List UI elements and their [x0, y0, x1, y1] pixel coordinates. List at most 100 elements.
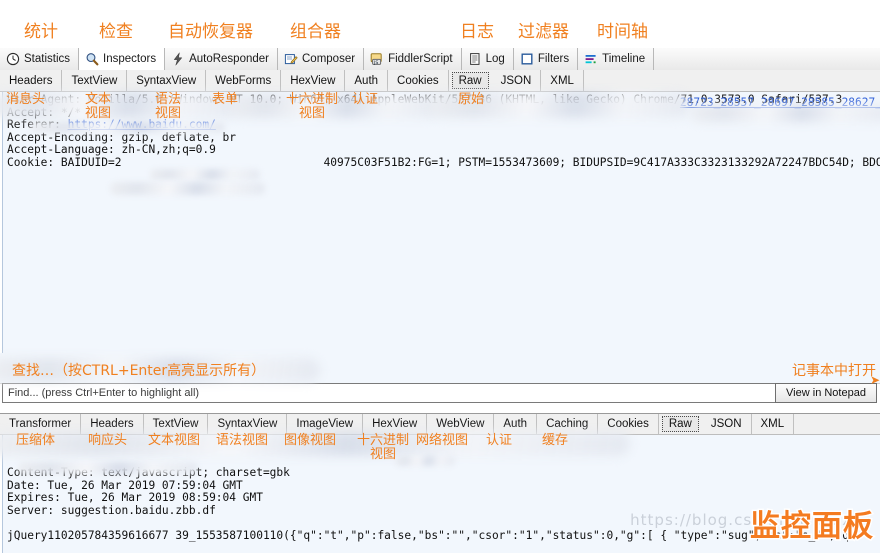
tab-log-label: Log [485, 53, 505, 65]
find-input-placeholder: Find... (press Ctrl+Enter to highlight a… [8, 387, 200, 399]
request-tab-auth-label: Auth [354, 74, 379, 87]
request-tab-syntaxview-label: SyntaxView [136, 74, 197, 87]
response-tab-syntaxview-label: SyntaxView [217, 418, 278, 430]
response-tab-cookies-label: Cookies [607, 418, 649, 430]
tab-autoresponder-label: AutoResponder [189, 53, 269, 65]
document-icon [468, 52, 482, 66]
request-referer-key: Referer: [7, 118, 68, 132]
request-tab-syntaxview[interactable]: SyntaxView [127, 70, 207, 91]
response-tab-hexview[interactable]: HexView [363, 414, 428, 434]
request-tab-xml-label: XML [550, 74, 574, 87]
request-tab-raw-label: Raw [458, 74, 482, 87]
fiddler-window: 统计 检查 自动恢复器 组合器 日志 过滤器 时间轴 Statistics In… [0, 0, 880, 553]
annotation-notepad-arrow: ➤ [869, 373, 880, 387]
timeline-bars-icon [584, 52, 598, 66]
response-tab-caching-label: Caching [546, 418, 589, 430]
lightning-icon [171, 52, 185, 66]
response-tab-json[interactable]: JSON [701, 414, 752, 434]
response-tab-transformer-label: Transformer [9, 418, 72, 430]
response-raw-pane[interactable]: Content-Type: text/javascript; charset=g… [0, 433, 880, 553]
svg-text:JS: JS [373, 60, 378, 66]
primary-tab-filler [654, 48, 880, 70]
script-js-icon: JS [370, 52, 384, 66]
request-url-link[interactable]: 28723_28557_28697_28585_28627_ [680, 96, 880, 109]
request-tab-webforms-label: WebForms [215, 74, 272, 87]
annotation-inspectors: 检查 [99, 22, 133, 42]
response-line-body: jQuery110205784359616677 39_155358710011… [7, 528, 870, 542]
request-pane-gutter [0, 92, 3, 354]
response-line-content-type: Content-Type: text/javascript; charset=g… [7, 466, 290, 479]
response-tab-syntaxview[interactable]: SyntaxView [208, 414, 288, 434]
response-tab-webview[interactable]: WebView [427, 414, 495, 434]
response-tab-transformer[interactable]: Transformer [0, 414, 82, 434]
response-tab-imageview-label: ImageView [296, 418, 354, 430]
find-input[interactable]: Find... (press Ctrl+Enter to highlight a… [2, 383, 775, 403]
pencil-note-icon [284, 52, 298, 66]
annotation-composer: 组合器 [290, 22, 341, 42]
request-tab-cookies[interactable]: Cookies [388, 70, 449, 91]
tab-composer-label: Composer [302, 53, 356, 65]
response-raw-text: Content-Type: text/javascript; charset=g… [7, 466, 870, 543]
request-tab-textview-label: TextView [71, 74, 118, 87]
request-tab-xml[interactable]: XML [541, 70, 584, 91]
tab-statistics[interactable]: Statistics [0, 48, 80, 70]
pane-splitter[interactable] [0, 353, 880, 384]
response-tab-filler [794, 414, 880, 434]
request-raw-pane[interactable]: User-Agent: Mozilla/5.0 (Windows NT 10.0… [0, 91, 880, 355]
request-tab-webforms[interactable]: WebForms [206, 70, 282, 91]
tab-fiddlerscript-label: FiddlerScript [388, 53, 453, 65]
request-referer-link[interactable]: https://www.baidu.com/ [68, 118, 216, 131]
tab-autoresponder[interactable]: AutoResponder [165, 48, 278, 70]
request-tab-headers-label: Headers [9, 74, 53, 87]
primary-tab-strip[interactable]: Statistics Inspectors AutoResponder Comp… [0, 48, 880, 71]
tab-filters[interactable]: Filters [513, 48, 579, 70]
request-tab-headers[interactable]: Headers [0, 70, 63, 91]
response-tab-textview[interactable]: TextView [143, 414, 209, 434]
response-tab-auth[interactable]: Auth [494, 414, 538, 434]
response-tab-auth-label: Auth [503, 418, 528, 430]
request-tab-textview[interactable]: TextView [62, 70, 128, 91]
response-tab-imageview[interactable]: ImageView [287, 414, 364, 434]
tab-timeline[interactable]: Timeline [578, 48, 655, 70]
tab-inspectors-label: Inspectors [103, 53, 157, 65]
request-tab-cookies-label: Cookies [397, 74, 439, 87]
request-tab-filler [583, 70, 880, 91]
annotation-statistics: 统计 [24, 22, 58, 42]
view-in-notepad-label: View in Notepad [786, 387, 866, 399]
tab-statistics-label: Statistics [24, 53, 71, 65]
response-line-expires: Expires: Tue, 26 Mar 2019 08:59:04 GMT [7, 491, 263, 505]
request-line-cookie: Cookie: BAIDUID=2 40975C03F51B2:FG=1; PS… [7, 155, 880, 169]
tab-inspectors[interactable]: Inspectors [79, 48, 166, 70]
response-line-server: Server: suggestion.baidu.zbb.df [7, 503, 216, 517]
request-tab-hexview[interactable]: HexView [281, 70, 346, 91]
annotation-timeline: 时间轴 [597, 22, 648, 42]
annotation-filters: 过滤器 [518, 22, 569, 42]
response-tab-xml[interactable]: XML [751, 414, 795, 434]
tab-timeline-label: Timeline [602, 53, 646, 65]
annotation-log: 日志 [460, 22, 494, 42]
request-tab-raw[interactable]: Raw [451, 72, 489, 89]
request-tab-strip[interactable]: Headers TextView SyntaxView WebForms Hex… [0, 70, 880, 92]
tab-fiddlerscript[interactable]: JS FiddlerScript [364, 48, 462, 70]
magnifier-icon [85, 52, 99, 66]
response-tab-raw-label: Raw [668, 418, 692, 430]
square-outline-icon [520, 52, 534, 66]
tab-log[interactable]: Log [461, 48, 514, 70]
response-tab-raw[interactable]: Raw [661, 416, 699, 432]
response-tab-headers[interactable]: Headers [81, 414, 144, 434]
response-tab-caching[interactable]: Caching [537, 414, 599, 434]
response-tab-xml-label: XML [760, 418, 785, 430]
tab-composer[interactable]: Composer [278, 48, 365, 70]
request-tab-auth[interactable]: Auth [345, 70, 389, 91]
find-bar[interactable]: Find... (press Ctrl+Enter to highlight a… [0, 383, 880, 403]
request-tab-json[interactable]: JSON [491, 70, 542, 91]
annotation-autoresponder: 自动恢复器 [168, 22, 253, 42]
view-in-notepad-button[interactable]: View in Notepad [775, 383, 877, 403]
response-tab-strip[interactable]: Transformer Headers TextView SyntaxView … [0, 413, 880, 435]
request-tab-hexview-label: HexView [290, 74, 336, 87]
request-line-referer: Referer: https://www.baidu.com/ [7, 118, 880, 132]
response-tab-cookies[interactable]: Cookies [598, 414, 659, 434]
response-tab-headers-label: Headers [90, 418, 134, 430]
response-pane-gutter [0, 433, 3, 553]
tab-filters-label: Filters [537, 53, 570, 65]
